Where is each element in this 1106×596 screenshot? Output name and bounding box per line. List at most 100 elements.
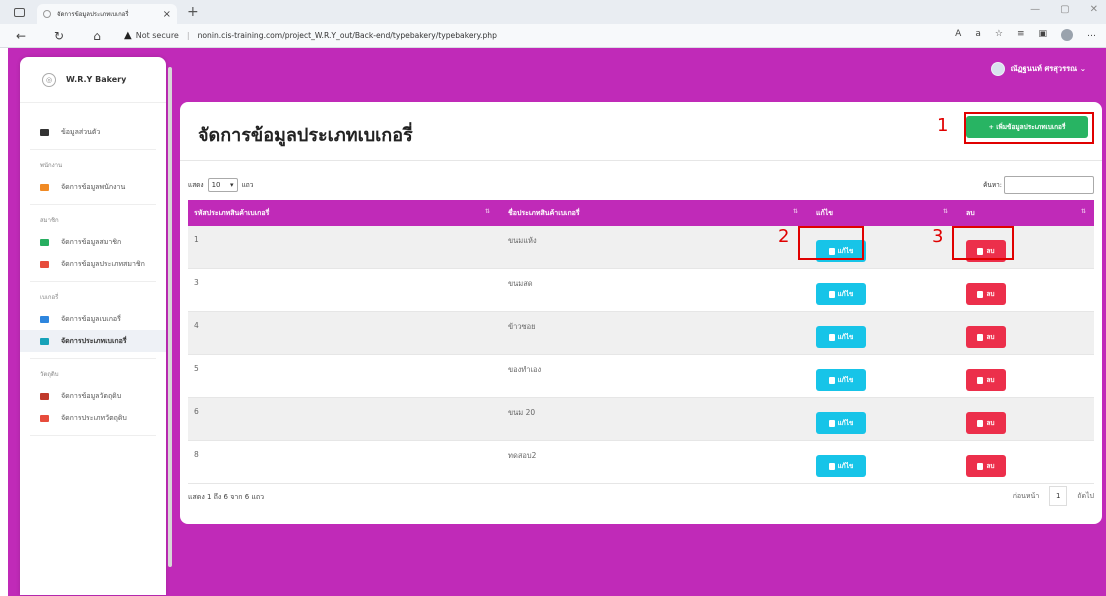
tab-favicon-icon — [43, 10, 51, 18]
cell-edit: แก้ไข — [806, 364, 956, 391]
sidebar-item-staff[interactable]: จัดการข้อมูลพนักงาน — [20, 176, 166, 198]
new-tab-button[interactable]: + — [187, 4, 199, 20]
back-icon[interactable]: ← — [14, 29, 28, 43]
edit-button[interactable]: แก้ไข — [816, 326, 866, 348]
sidebar-item-label: จัดการประเภทเบเกอรี่ — [61, 336, 127, 345]
annotation-number-3: 3 — [932, 226, 944, 247]
read-aloud-icon[interactable]: A — [955, 29, 961, 41]
home-icon[interactable]: ⌂ — [90, 29, 104, 43]
column-header-name[interactable]: ชื่อประเภทสินค้าเบเกอรี่ ⇅ — [498, 208, 806, 219]
edit-button[interactable]: แก้ไข — [816, 455, 866, 477]
edit-label: แก้ไข — [837, 290, 854, 298]
delete-button[interactable]: ลบ — [966, 283, 1006, 305]
sidebar-item-materials[interactable]: จัดการข้อมูลวัตถุดิบ — [20, 385, 166, 407]
sitemap-icon — [40, 315, 49, 323]
sidebar-heading-members: สมาชิก — [40, 217, 59, 224]
sidebar-scrollbar[interactable] — [168, 67, 172, 567]
column-header-delete[interactable]: ลบ ⇅ — [956, 208, 1094, 219]
security-label[interactable]: Not secure — [136, 31, 179, 40]
edit-label: แก้ไข — [837, 419, 854, 427]
window-controls: — ▢ ✕ — [1030, 4, 1098, 15]
length-prefix: แสดง — [188, 181, 204, 189]
profile-icon[interactable] — [1061, 29, 1073, 41]
edit-button[interactable]: แก้ไข — [816, 369, 866, 391]
delete-button[interactable]: ลบ — [966, 326, 1006, 348]
tab-close-icon[interactable]: × — [163, 9, 171, 20]
delete-button[interactable]: ลบ — [966, 455, 1006, 477]
sidebar-item-members[interactable]: จัดการข้อมูลสมาชิก — [20, 231, 166, 253]
prev-page-button[interactable]: ก่อนหน้า — [1013, 491, 1040, 502]
address-separator: | — [186, 31, 190, 40]
column-header-id[interactable]: รหัสประเภทสินค้าเบเกอรี่ ⇅ — [188, 208, 498, 219]
edit-icon — [828, 462, 835, 470]
table-header: รหัสประเภทสินค้าเบเกอรี่ ⇅ ชื่อประเภทสินค… — [188, 200, 1094, 226]
cell-id: 4 — [194, 321, 199, 330]
annotation-number-1: 1 — [937, 115, 949, 136]
tab-title: จัดการข้อมูลประเภทเบเกอรี่ — [57, 11, 129, 18]
restore-icon[interactable]: ▢ — [1060, 4, 1069, 15]
window-menu-icon[interactable] — [14, 7, 25, 17]
page-length-value: 10 — [211, 181, 221, 189]
column-header-label: ชื่อประเภทสินค้าเบเกอรี่ — [508, 208, 580, 217]
search-control: ค้นหา: — [983, 176, 1094, 194]
delete-button[interactable]: ลบ — [966, 369, 1006, 391]
minimize-icon[interactable]: — — [1030, 4, 1040, 15]
cell-delete: ลบ — [956, 450, 1094, 477]
edit-button[interactable]: แก้ไข — [816, 283, 866, 305]
edit-button[interactable]: แก้ไข — [816, 412, 866, 434]
page-length-select[interactable]: 10 ▾ — [207, 178, 238, 192]
sidebar-item-label: จัดการข้อมูลสมาชิก — [61, 237, 122, 246]
cell-name: ข้าวซอย — [508, 322, 536, 331]
favorite-icon[interactable]: ☆ — [995, 29, 1003, 41]
table-info: แสดง 1 ถึง 6 จาก 6 แถว — [188, 493, 265, 501]
edit-label: แก้ไข — [837, 333, 854, 341]
sidebar-item-profile[interactable]: ข้อมูลส่วนตัว — [20, 121, 166, 143]
cell-edit: แก้ไข — [806, 278, 956, 305]
column-header-edit[interactable]: แก้ไข ⇅ — [806, 208, 956, 219]
chevron-down-icon: ▾ — [230, 181, 234, 189]
page-number-button[interactable]: 1 — [1049, 486, 1068, 506]
brand[interactable]: ◎ W.R.Y Bakery — [20, 57, 166, 103]
id-card-icon — [40, 128, 49, 136]
sidebar-item-material-types[interactable]: จัดการประเภทวัตถุดิบ — [20, 407, 166, 429]
delete-button[interactable]: ลบ — [966, 412, 1006, 434]
delete-label: ลบ — [986, 419, 995, 427]
next-page-button[interactable]: ถัดไป — [1077, 491, 1094, 502]
brand-logo-icon: ◎ — [42, 72, 56, 87]
reload-icon[interactable]: ↻ — [52, 29, 66, 43]
sidebar-item-bakery-types[interactable]: จัดการประเภทเบเกอรี่ — [20, 330, 166, 352]
cell-edit: แก้ไข — [806, 321, 956, 348]
sidebar-item-member-types[interactable]: จัดการข้อมูลประเภทสมาชิก — [20, 253, 166, 275]
collections-icon[interactable]: ▣ — [1038, 29, 1047, 41]
browser-tab-bar: จัดการข้อมูลประเภทเบเกอรี่ × + — ▢ ✕ — [0, 0, 1106, 24]
sort-icon: ⇅ — [484, 207, 490, 215]
warning-icon[interactable]: ▲ — [124, 30, 132, 41]
close-window-icon[interactable]: ✕ — [1090, 4, 1098, 15]
sidebar-item-label: จัดการข้อมูลวัตถุดิบ — [61, 391, 122, 400]
sidebar-divider — [30, 435, 156, 436]
list-icon — [40, 260, 49, 268]
list-icon — [40, 414, 49, 422]
more-icon[interactable]: … — [1087, 29, 1096, 41]
search-input[interactable] — [1004, 176, 1094, 194]
browser-tab[interactable]: จัดการข้อมูลประเภทเบเกอรี่ × — [37, 4, 177, 24]
sort-icon: ⇅ — [942, 207, 948, 215]
sidebar-heading-materials: วัตถุดิบ — [40, 371, 59, 378]
cell-name: ขนมแห้ง — [508, 236, 537, 245]
search-label: ค้นหา: — [983, 181, 1002, 189]
sidebar-divider — [30, 149, 156, 150]
delete-label: ลบ — [986, 462, 995, 470]
page-length-control: แสดง 10 ▾ แถว — [188, 178, 253, 192]
cell-id: 6 — [194, 407, 199, 416]
box-icon — [40, 392, 49, 400]
favorites-list-icon[interactable]: ≡ — [1017, 29, 1025, 41]
column-header-label: รหัสประเภทสินค้าเบเกอรี่ — [194, 208, 270, 217]
sidebar-heading-bakery: เบเกอรี่ — [40, 294, 59, 301]
user-menu[interactable]: ณัฏฐนนท์ ศรสุวรรณ ⌄ — [990, 62, 1086, 76]
trash-icon — [977, 462, 984, 470]
delete-label: ลบ — [986, 290, 995, 298]
url-field[interactable]: nonin.cis-training.com/project_W.R.Y_out… — [198, 31, 497, 40]
cell-id: 1 — [194, 235, 199, 244]
sidebar-item-bakery[interactable]: จัดการข้อมูลเบเกอรี่ — [20, 308, 166, 330]
translate-icon[interactable]: a — [975, 29, 981, 41]
